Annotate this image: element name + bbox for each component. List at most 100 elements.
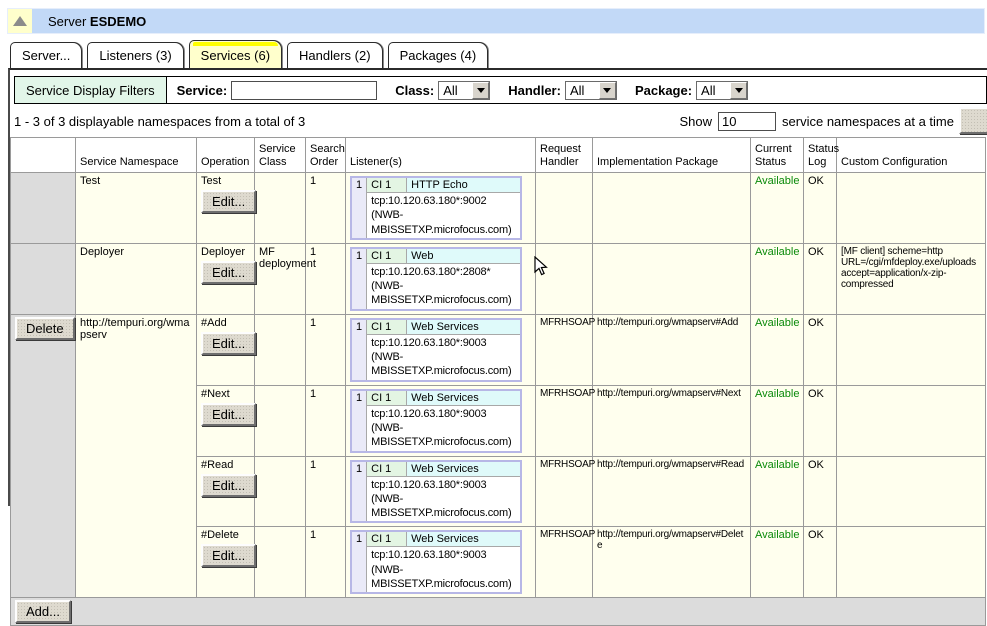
package-filter-value: All bbox=[697, 83, 730, 98]
implementation-package-cell: http://tempuri.org/wmapserv#Next bbox=[593, 385, 751, 456]
table-header: Service NamespaceOperationService ClassS… bbox=[11, 138, 986, 173]
listener-host: (NWB-MBISSETXP.microfocus.com) bbox=[371, 279, 516, 308]
listener-address: tcp:10.120.63.180*:2808* bbox=[371, 265, 516, 279]
request-handler-cell: MFRHSOAP bbox=[536, 385, 593, 456]
implementation-package-cell: http://tempuri.org/wmapserv#Add bbox=[593, 314, 751, 385]
table-footer-row: Add... bbox=[11, 598, 986, 626]
operation-label: #Delete bbox=[201, 529, 250, 541]
listener-type-cell: Web Services bbox=[407, 461, 521, 477]
listener-table: 1CI 1HTTP Echotcp:10.120.63.180*:9002(NW… bbox=[350, 176, 522, 240]
namespace-cell: Test bbox=[76, 173, 197, 244]
title-prefix: Server bbox=[48, 14, 86, 29]
custom-configuration-cell bbox=[837, 385, 986, 456]
custom-configuration-cell bbox=[837, 456, 986, 527]
handler-dropdown-button[interactable] bbox=[599, 82, 616, 99]
listener-row-bottom: tcp:10.120.63.180*:9002(NWB-MBISSETXP.mi… bbox=[351, 193, 521, 239]
listeners-cell: 1CI 1Web Servicestcp:10.120.63.180*:9003… bbox=[346, 385, 536, 456]
listener-table: 1CI 1Web Servicestcp:10.120.63.180*:9003… bbox=[350, 530, 522, 594]
status-log-cell: OK bbox=[804, 314, 837, 385]
namespace-cell: http://tempuri.org/wmapserv bbox=[76, 314, 197, 598]
edit-button[interactable]: Edit... bbox=[201, 332, 256, 355]
listener-index-cell: 1 bbox=[351, 461, 367, 523]
search-order-cell: 1 bbox=[306, 527, 346, 598]
listener-address-cell: tcp:10.120.63.180*:9003(NWB-MBISSETXP.mi… bbox=[367, 405, 521, 451]
implementation-package-cell bbox=[593, 173, 751, 244]
delete-button[interactable]: Delete bbox=[15, 317, 75, 340]
page-nav-button[interactable] bbox=[959, 107, 987, 134]
status-log-cell: OK bbox=[804, 456, 837, 527]
status-badge: Available bbox=[755, 388, 799, 400]
column-header: Status Log bbox=[804, 138, 837, 173]
handler-filter-value: All bbox=[566, 83, 599, 98]
listener-address: tcp:10.120.63.180*:9003 bbox=[371, 336, 516, 350]
edit-button[interactable]: Edit... bbox=[201, 190, 256, 213]
tab-handlers[interactable]: Handlers (2) bbox=[287, 42, 383, 69]
listener-address: tcp:10.120.63.180*:9003 bbox=[371, 478, 516, 492]
edit-button[interactable]: Edit... bbox=[201, 261, 256, 284]
listener-row-bottom: tcp:10.120.63.180*:9003(NWB-MBISSETXP.mi… bbox=[351, 547, 521, 593]
request-handler-cell bbox=[536, 173, 593, 244]
row-action-cell: Delete bbox=[11, 314, 76, 598]
status-badge: Available bbox=[755, 317, 799, 329]
status-log-cell: OK bbox=[804, 527, 837, 598]
results-summary-row: 1 - 3 of 3 displayable namespaces from a… bbox=[14, 109, 954, 133]
listener-host: (NWB-MBISSETXP.microfocus.com) bbox=[371, 492, 516, 521]
current-status-cell: Available bbox=[751, 243, 804, 314]
operation-cell: #Add Edit... bbox=[197, 314, 255, 385]
add-button[interactable]: Add... bbox=[15, 600, 71, 623]
search-order-cell: 1 bbox=[306, 314, 346, 385]
tab-services[interactable]: Services (6) bbox=[189, 40, 282, 69]
tab-packages[interactable]: Packages (4) bbox=[388, 42, 489, 69]
services-table: Service NamespaceOperationService ClassS… bbox=[10, 137, 986, 626]
search-order-cell: 1 bbox=[306, 243, 346, 314]
service-filter-label: Service: bbox=[177, 83, 228, 98]
class-filter-value: All bbox=[439, 83, 472, 98]
collapse-button[interactable] bbox=[8, 9, 32, 33]
edit-button[interactable]: Edit... bbox=[201, 474, 256, 497]
implementation-package-cell: http://tempuri.org/wmapserv#Delete bbox=[593, 527, 751, 598]
listener-host: (NWB-MBISSETXP.microfocus.com) bbox=[371, 563, 516, 592]
listener-table: 1CI 1Webtcp:10.120.63.180*:2808*(NWB-MBI… bbox=[350, 247, 522, 311]
listener-index-cell: 1 bbox=[351, 177, 367, 239]
show-count-input[interactable] bbox=[718, 112, 776, 131]
tab-strip: Server... Listeners (3) Services (6) Han… bbox=[10, 42, 488, 69]
operation-label: #Add bbox=[201, 317, 250, 329]
listeners-cell: 1CI 1Web Servicestcp:10.120.63.180*:9003… bbox=[346, 314, 536, 385]
request-handler-cell bbox=[536, 243, 593, 314]
status-log-cell: OK bbox=[804, 243, 837, 314]
listener-table: 1CI 1Web Servicestcp:10.120.63.180*:9003… bbox=[350, 460, 522, 524]
listener-row-bottom: tcp:10.120.63.180*:9003(NWB-MBISSETXP.mi… bbox=[351, 405, 521, 451]
operation-label: Deployer bbox=[201, 246, 250, 258]
custom-configuration-cell: [MF client] scheme=http URL=/cgi/mfdeplo… bbox=[837, 243, 986, 314]
operation-cell: #Delete Edit... bbox=[197, 527, 255, 598]
edit-button[interactable]: Edit... bbox=[201, 544, 256, 567]
status-badge: Available bbox=[755, 175, 799, 187]
current-status-cell: Available bbox=[751, 527, 804, 598]
listener-row-bottom: tcp:10.120.63.180*:2808*(NWB-MBISSETXP.m… bbox=[351, 263, 521, 309]
tab-listeners[interactable]: Listeners (3) bbox=[87, 42, 183, 69]
namespace-cell: Deployer bbox=[76, 243, 197, 314]
package-filter-select[interactable]: All bbox=[696, 81, 748, 100]
edit-button[interactable]: Edit... bbox=[201, 403, 256, 426]
service-display-filters-bar: Service Display Filters Service: Class: … bbox=[14, 76, 987, 104]
service-class-cell bbox=[255, 173, 306, 244]
handler-filter-select[interactable]: All bbox=[565, 81, 617, 100]
column-header: Listener(s) bbox=[346, 138, 536, 173]
class-filter-label: Class: bbox=[395, 83, 434, 98]
table-row: TestTestEdit...11CI 1HTTP Echotcp:10.120… bbox=[11, 173, 986, 244]
listener-address: tcp:10.120.63.180*:9002 bbox=[371, 194, 516, 208]
custom-configuration-cell bbox=[837, 173, 986, 244]
class-filter-select[interactable]: All bbox=[438, 81, 490, 100]
service-filter-input[interactable] bbox=[231, 81, 377, 100]
listener-type-cell: Web bbox=[407, 248, 521, 264]
class-dropdown-button[interactable] bbox=[472, 82, 489, 99]
table-row: DeployerDeployerEdit...MF deployment11CI… bbox=[11, 243, 986, 314]
request-handler-cell: MFRHSOAP bbox=[536, 456, 593, 527]
listener-host: (NWB-MBISSETXP.microfocus.com) bbox=[371, 421, 516, 450]
listener-row-top: 1CI 1Web Services bbox=[351, 531, 521, 547]
column-header: Current Status bbox=[751, 138, 804, 173]
listener-channel-cell: CI 1 bbox=[367, 461, 407, 477]
package-dropdown-button[interactable] bbox=[730, 82, 747, 99]
tab-server[interactable]: Server... bbox=[10, 42, 82, 69]
listener-channel-cell: CI 1 bbox=[367, 390, 407, 406]
